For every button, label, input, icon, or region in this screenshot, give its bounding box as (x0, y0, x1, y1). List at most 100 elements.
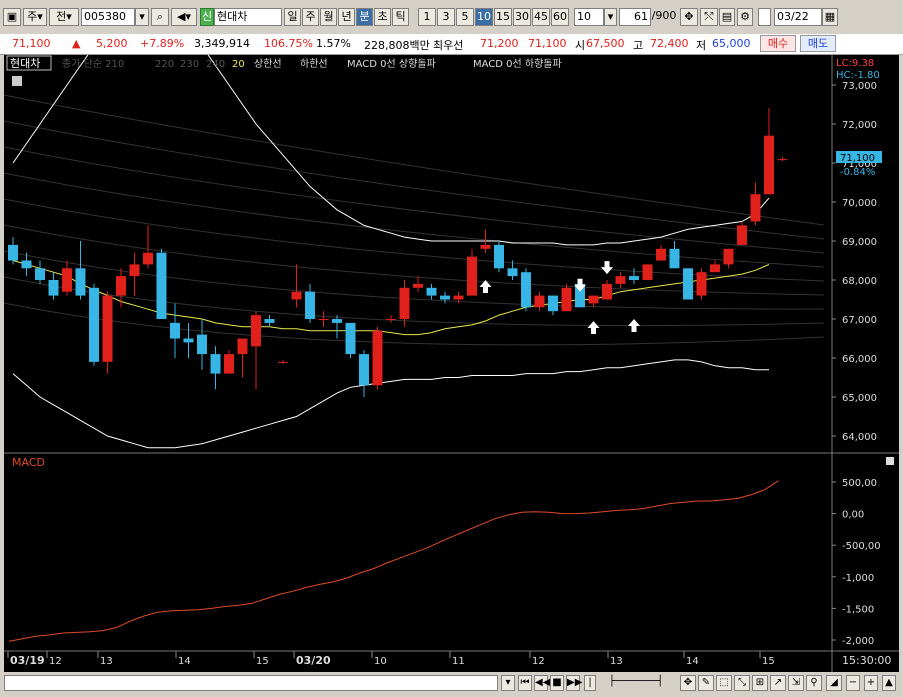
legend-ma220: 220 (155, 59, 174, 70)
count-total: /900 (651, 9, 677, 22)
stop-icon[interactable]: ■ (550, 675, 564, 691)
date-input[interactable]: 03/22 (774, 8, 822, 26)
grid-toggle-icon[interactable] (12, 76, 22, 86)
minus-zoom-icon[interactable]: | (584, 675, 596, 691)
speaker-icon[interactable]: ◀▾ (171, 8, 197, 26)
minus-icon[interactable]: − (846, 675, 860, 691)
interval-tab-30[interactable]: 30 (513, 8, 531, 26)
interval-tab-1[interactable]: 1 (418, 8, 436, 26)
gear-icon[interactable]: ⚙ (737, 8, 753, 26)
chevron-down-icon[interactable]: ▾ (135, 8, 149, 26)
sell-button[interactable]: 매도 (800, 35, 836, 52)
toolbar: ▣ 주▾ 전▾ 005380 ▾ ⌕ ◀▾ 신 현대차 일주월년분초틱 1351… (0, 0, 903, 35)
trend-icon[interactable]: ⤲ (700, 8, 718, 26)
candle-body (548, 295, 558, 312)
zoom-slider[interactable]: ├───────┤ (600, 675, 672, 691)
code-input[interactable]: 005380 (81, 8, 135, 26)
prev-select[interactable]: 전▾ (49, 8, 79, 26)
chart-area[interactable]: 73,000 72,000 71,000 70,000 69,000 68,000 67,0… (3, 0, 899, 672)
candle (521, 268, 531, 312)
interval-tab-5[interactable]: 5 (456, 8, 474, 26)
first-icon[interactable]: ⏮ (518, 675, 532, 691)
rewind-icon[interactable]: ◀◀ (534, 675, 550, 691)
candle-body (183, 338, 194, 343)
tool-icon-1[interactable]: ✥ (680, 675, 696, 691)
legend-name[interactable]: 현대차 (10, 57, 40, 70)
preferred-label: 최우선 (433, 39, 464, 52)
search-icon[interactable]: ⌕ (151, 8, 169, 26)
interval-tab-15[interactable]: 15 (494, 8, 512, 26)
direction-icon: ▲ (72, 37, 81, 50)
tool-icon-7[interactable]: ⇲ (788, 675, 804, 691)
candle-body (750, 194, 761, 222)
tool-icon-2[interactable]: ✎ (698, 675, 714, 691)
period-tab-5[interactable]: 초 (374, 8, 391, 26)
period-tab-1[interactable]: 주 (302, 8, 319, 26)
legend-macd-down: MACD 0선 하향돌파 (473, 57, 562, 70)
tool-icon-6[interactable]: ↗ (770, 675, 786, 691)
count-input[interactable]: 61 (619, 8, 651, 26)
candle-body (764, 135, 774, 195)
candle-body (534, 295, 545, 308)
candle-body (102, 295, 113, 362)
scroll-down-icon[interactable]: ▾ (501, 675, 515, 691)
interval-value[interactable]: 10 (574, 8, 604, 26)
candle-body (345, 322, 356, 355)
save-icon[interactable]: ▤ (719, 8, 735, 26)
tool-icon-5[interactable]: ⊞ (752, 675, 768, 691)
ask: 71,200 (480, 37, 519, 50)
candle-body (615, 276, 626, 284)
period-tab-4[interactable]: 분 (356, 8, 373, 26)
macd-close-icon[interactable] (886, 457, 894, 465)
period-tab-6[interactable]: 틱 (392, 8, 409, 26)
period-tab-2[interactable]: 월 (320, 8, 337, 26)
chart-svg[interactable]: 73,00072,00071,00070,00069,00068,00067,0… (3, 0, 899, 672)
expand-icon[interactable]: ▲ (882, 675, 896, 691)
candle-body (143, 252, 153, 265)
candle-body (278, 361, 288, 363)
candle-body (89, 287, 99, 362)
lc-label: LC:9.38 (836, 58, 874, 69)
open: 67,500 (586, 37, 625, 50)
low-label: 저 (696, 39, 707, 52)
candle (561, 283, 572, 312)
candle (372, 326, 383, 390)
macd-tick-label: 500,00 (842, 478, 877, 489)
date-checkbox[interactable] (758, 8, 771, 26)
horizontal-scrollbar[interactable] (4, 675, 498, 691)
tool-icon-4[interactable]: ⤡ (734, 675, 750, 691)
stock-name-field[interactable]: 현대차 (214, 8, 282, 26)
macd-tick-label: -2,000 (842, 636, 874, 647)
candle-body (588, 295, 599, 304)
interval-tab-45[interactable]: 45 (532, 8, 550, 26)
tool-icon-8[interactable]: ⚲ (806, 675, 822, 691)
candle-body (602, 283, 612, 300)
amount: 228,808백만 (364, 39, 430, 52)
candle-body (332, 319, 342, 323)
period-tab-3[interactable]: 년 (338, 8, 355, 26)
tool-icon-9[interactable]: ◢ (826, 675, 842, 691)
candle-body (359, 354, 369, 386)
interval-tab-60[interactable]: 60 (551, 8, 569, 26)
chevron-down-icon[interactable]: ▾ (604, 8, 617, 26)
high-label: 고 (633, 39, 644, 52)
candle-body (35, 268, 45, 280)
mode-select[interactable]: 주▾ (23, 8, 47, 26)
interval-tab-10[interactable]: 10 (475, 8, 493, 26)
buy-button[interactable]: 매수 (760, 35, 796, 52)
period-tab-0[interactable]: 일 (284, 8, 301, 26)
candle (156, 248, 167, 319)
crosshair-icon[interactable]: ✥ (680, 8, 698, 26)
candle-body (251, 315, 261, 347)
time-label: 15 (256, 656, 269, 667)
candle-body (723, 248, 734, 265)
candle-body (710, 264, 720, 273)
plus-icon[interactable]: + (864, 675, 878, 691)
tool-icon-3[interactable]: ⬚ (716, 675, 732, 691)
forward-icon[interactable]: ▶▶ (566, 675, 582, 691)
candle-body (669, 248, 680, 269)
interval-tab-3[interactable]: 3 (437, 8, 455, 26)
candle-body (116, 276, 126, 296)
calendar-icon[interactable]: ▦ (822, 8, 838, 26)
layout-icon[interactable]: ▣ (3, 8, 21, 26)
